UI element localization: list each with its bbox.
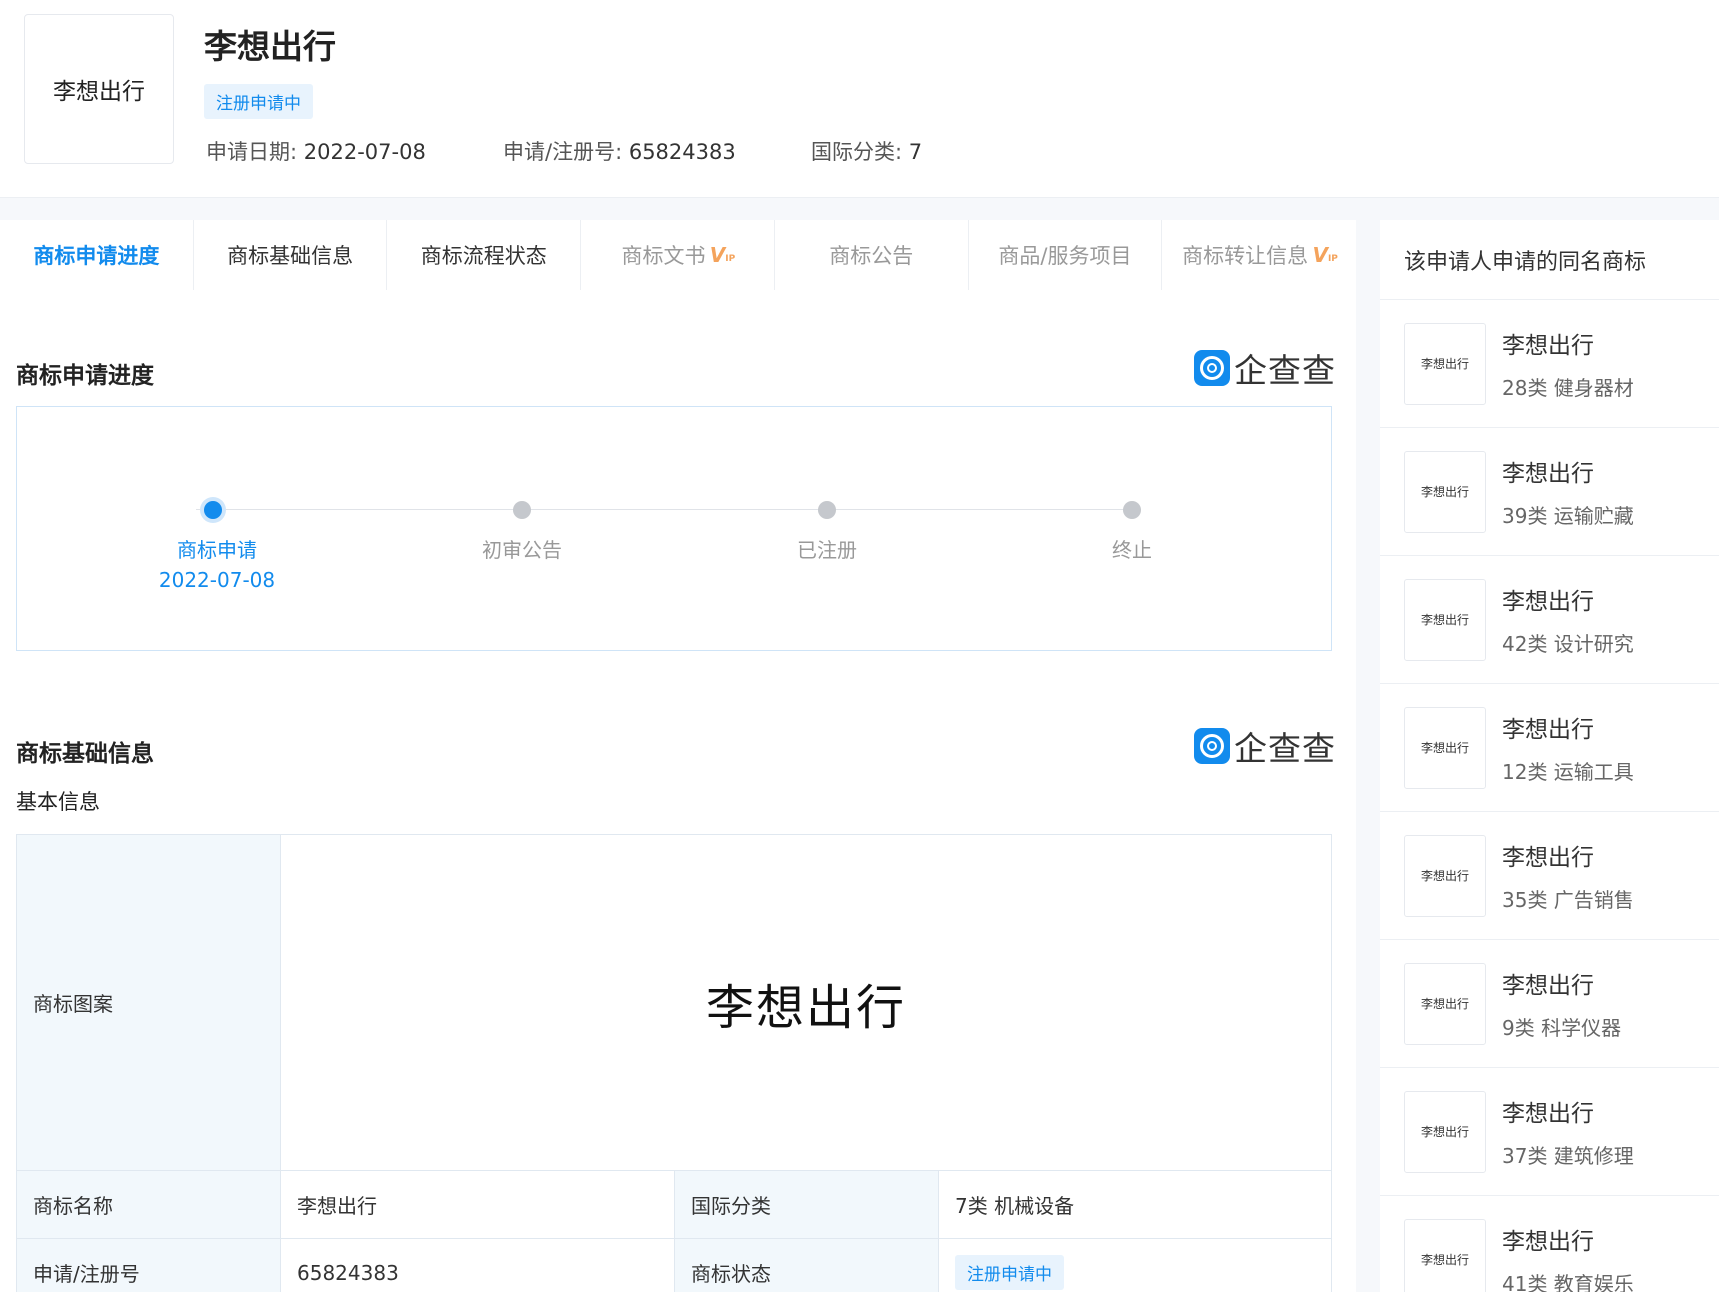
meta-intl-class: 国际分类: 7 bbox=[811, 140, 923, 164]
trademark-thumbnail: 李想出行 bbox=[1404, 834, 1486, 917]
tab-bar: 商标申请进度 商标基础信息 商标流程状态 商标文书 V IP 商标公告 商品/服务项… bbox=[0, 220, 1356, 290]
table-value: 65824383 bbox=[281, 1239, 675, 1292]
status-badge: 注册申请中 bbox=[204, 84, 313, 119]
item-class: 12类 运输工具 bbox=[1502, 760, 1634, 784]
trademark-thumbnail: 李想出行 bbox=[1404, 962, 1486, 1045]
item-class: 9类 科学仪器 bbox=[1502, 1016, 1622, 1040]
item-name: 李想出行 bbox=[1502, 589, 1594, 615]
basic-info-subtitle: 基本信息 bbox=[16, 790, 100, 814]
step-dot bbox=[513, 501, 531, 519]
timeline-track bbox=[196, 509, 1134, 510]
trademark-thumbnail: 李想出行 bbox=[1404, 1218, 1486, 1292]
tab-goods-services[interactable]: 商品/服务项目 bbox=[968, 220, 1163, 290]
step-date: 2022-07-08 bbox=[158, 568, 276, 592]
page-title: 李想出行 bbox=[204, 27, 336, 66]
item-name: 李想出行 bbox=[1502, 1229, 1594, 1255]
main-panel: 商标申请进度 商标基础信息 商标流程状态 商标文书 V IP 商标公告 商品/服务项… bbox=[0, 220, 1356, 1292]
item-name: 李想出行 bbox=[1502, 1101, 1594, 1127]
trademark-thumbnail: 李想出行 bbox=[1404, 706, 1486, 789]
table-key: 国际分类 bbox=[675, 1171, 939, 1238]
qcc-logo-icon bbox=[1194, 350, 1230, 386]
trademark-thumbnail: 李想出行 bbox=[1404, 450, 1486, 533]
tab-basic-info[interactable]: 商标基础信息 bbox=[193, 220, 388, 290]
step-label: 初审公告 bbox=[482, 538, 562, 562]
table-row: 商标图案 李想出行 bbox=[17, 835, 1331, 1171]
list-item[interactable]: 李想出行 李想出行 39类 运输贮藏 bbox=[1380, 428, 1719, 556]
tab-process-status[interactable]: 商标流程状态 bbox=[387, 220, 582, 290]
step-label: 终止 bbox=[1112, 538, 1152, 562]
list-item[interactable]: 李想出行 李想出行 9类 科学仪器 bbox=[1380, 940, 1719, 1068]
list-item[interactable]: 李想出行 李想出行 41类 教育娱乐 bbox=[1380, 1196, 1719, 1292]
tab-announcements[interactable]: 商标公告 bbox=[774, 220, 969, 290]
item-class: 42类 设计研究 bbox=[1502, 632, 1634, 656]
trademark-thumbnail: 李想出行 bbox=[1404, 322, 1486, 405]
step-dot bbox=[1123, 501, 1141, 519]
list-item[interactable]: 李想出行 李想出行 37类 建筑修理 bbox=[1380, 1068, 1719, 1196]
tab-documents[interactable]: 商标文书 V IP bbox=[581, 220, 775, 290]
meta-apply-date: 申请日期: 2022-07-08 bbox=[206, 140, 426, 164]
step-dot-active bbox=[204, 501, 222, 519]
trademark-logo: 李想出行 bbox=[24, 14, 174, 164]
table-key: 商标状态 bbox=[675, 1239, 939, 1292]
item-name: 李想出行 bbox=[1502, 845, 1594, 871]
trademark-pattern: 李想出行 bbox=[281, 835, 1331, 1170]
trademark-thumbnail: 李想出行 bbox=[1404, 578, 1486, 661]
step-dot bbox=[818, 501, 836, 519]
step-label: 已注册 bbox=[797, 538, 857, 562]
list-item[interactable]: 李想出行 李想出行 42类 设计研究 bbox=[1380, 556, 1719, 684]
vip-icon: V IP bbox=[1312, 243, 1338, 267]
item-name: 李想出行 bbox=[1502, 717, 1594, 743]
item-name: 李想出行 bbox=[1502, 973, 1594, 999]
progress-section-title: 商标申请进度 bbox=[16, 363, 154, 389]
list-item[interactable]: 李想出行 李想出行 35类 广告销售 bbox=[1380, 812, 1719, 940]
qcc-brand: 企查查 bbox=[1194, 344, 1336, 392]
item-class: 37类 建筑修理 bbox=[1502, 1144, 1634, 1168]
same-name-trademarks-sidebar: 该申请人申请的同名商标 李想出行 李想出行 28类 健身器材 李想出行 李想出行 3… bbox=[1380, 220, 1719, 1292]
status-badge: 注册申请中 bbox=[955, 1255, 1064, 1290]
basic-info-section-title: 商标基础信息 bbox=[16, 741, 154, 767]
sidebar-title: 该申请人申请的同名商标 bbox=[1380, 220, 1719, 300]
table-value: 7类 机械设备 bbox=[939, 1171, 1331, 1238]
tab-application-progress[interactable]: 商标申请进度 bbox=[0, 220, 194, 290]
meta-reg-number: 申请/注册号: 65824383 bbox=[503, 140, 736, 164]
item-class: 28类 健身器材 bbox=[1502, 376, 1634, 400]
list-item[interactable]: 李想出行 李想出行 12类 运输工具 bbox=[1380, 684, 1719, 812]
tab-transfer-info[interactable]: 商标转让信息 V IP bbox=[1162, 220, 1356, 290]
list-item[interactable]: 李想出行 李想出行 28类 健身器材 bbox=[1380, 300, 1719, 428]
trademark-thumbnail: 李想出行 bbox=[1404, 1090, 1486, 1173]
table-key: 商标图案 bbox=[17, 835, 281, 1170]
vip-icon: V IP bbox=[709, 243, 736, 267]
progress-timeline bbox=[16, 406, 1332, 651]
step-label: 商标申请 bbox=[177, 538, 257, 562]
trademark-header: 李想出行 李想出行 注册申请中 申请日期: 2022-07-08 申请/注册号:… bbox=[0, 0, 1719, 198]
table-row: 商标名称 李想出行 国际分类 7类 机械设备 bbox=[17, 1171, 1331, 1239]
qcc-logo-icon bbox=[1194, 728, 1230, 764]
table-key: 申请/注册号 bbox=[17, 1239, 281, 1292]
qcc-brand: 企查查 bbox=[1194, 722, 1336, 770]
item-name: 李想出行 bbox=[1502, 461, 1594, 487]
item-name: 李想出行 bbox=[1502, 333, 1594, 359]
table-key: 商标名称 bbox=[17, 1171, 281, 1238]
item-class: 35类 广告销售 bbox=[1502, 888, 1634, 912]
item-class: 39类 运输贮藏 bbox=[1502, 504, 1634, 528]
table-row: 申请/注册号 65824383 商标状态 注册申请中 bbox=[17, 1239, 1331, 1292]
basic-info-table: 商标图案 李想出行 商标名称 李想出行 国际分类 7类 机械设备 申请/注册号 … bbox=[16, 834, 1332, 1292]
table-value: 李想出行 bbox=[281, 1171, 675, 1238]
table-value: 注册申请中 bbox=[939, 1239, 1331, 1292]
item-class: 41类 教育娱乐 bbox=[1502, 1272, 1634, 1292]
